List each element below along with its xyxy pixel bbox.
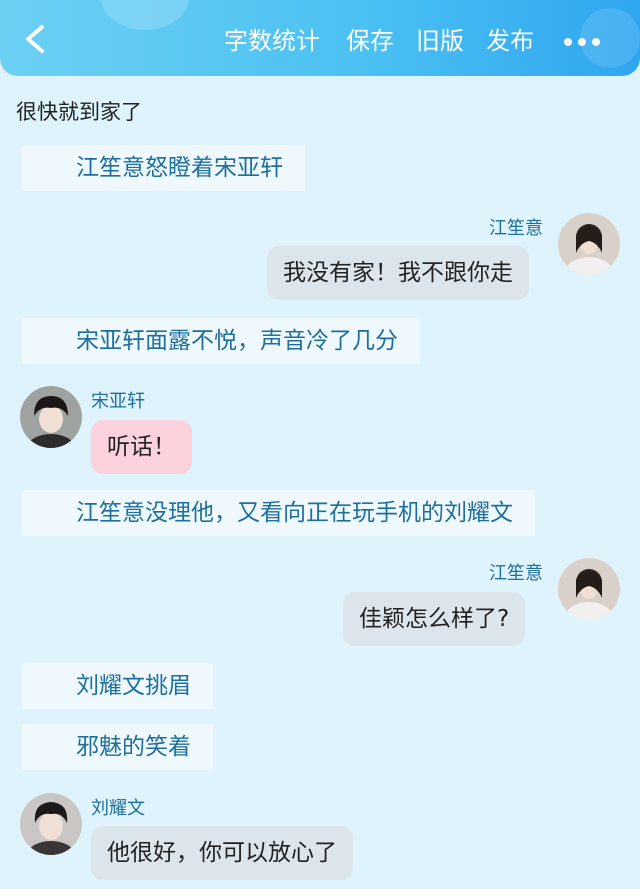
chat-bubble: 佳颖怎么样了? bbox=[343, 592, 526, 646]
old-version-button[interactable]: 旧版 bbox=[416, 24, 464, 58]
narration-block: 刘耀文挑眉 bbox=[22, 663, 213, 709]
avatar-liu[interactable] bbox=[20, 793, 82, 855]
top-toolbar: 字数统计 保存 旧版 发布 bbox=[0, 0, 640, 76]
speaker-name: 宋亚轩 bbox=[91, 391, 145, 412]
speaker-name: 刘耀文 bbox=[91, 798, 145, 819]
more-horizontal-icon[interactable] bbox=[562, 38, 602, 48]
chat-bubble: 他很好，你可以放心了 bbox=[91, 826, 353, 880]
publish-button[interactable]: 发布 bbox=[486, 24, 534, 58]
narration-block: 江笙意没理他，又看向正在玩手机的刘耀文 bbox=[22, 490, 535, 536]
chat-bubble: 我没有家！我不跟你走 bbox=[267, 246, 529, 300]
chat-bubble: 听话！ bbox=[91, 420, 192, 474]
save-button[interactable]: 保存 bbox=[346, 24, 394, 58]
avatar-song[interactable] bbox=[20, 386, 82, 448]
chevron-left-icon[interactable] bbox=[22, 24, 48, 54]
avatar-jiang[interactable] bbox=[558, 213, 620, 275]
speaker-name: 江笙意 bbox=[489, 563, 543, 584]
avatar-jiang[interactable] bbox=[558, 558, 620, 620]
word-count-button[interactable]: 字数统计 bbox=[224, 24, 320, 58]
speaker-name: 江笙意 bbox=[489, 218, 543, 239]
narration-block: 邪魅的笑着 bbox=[22, 724, 213, 770]
narration-block: 宋亚轩面露不悦，声音冷了几分 bbox=[22, 318, 420, 364]
decor-bubble bbox=[100, 0, 190, 30]
narration-block: 江笙意怒瞪着宋亚轩 bbox=[22, 145, 305, 191]
story-line: 很快就到家了 bbox=[16, 100, 142, 124]
